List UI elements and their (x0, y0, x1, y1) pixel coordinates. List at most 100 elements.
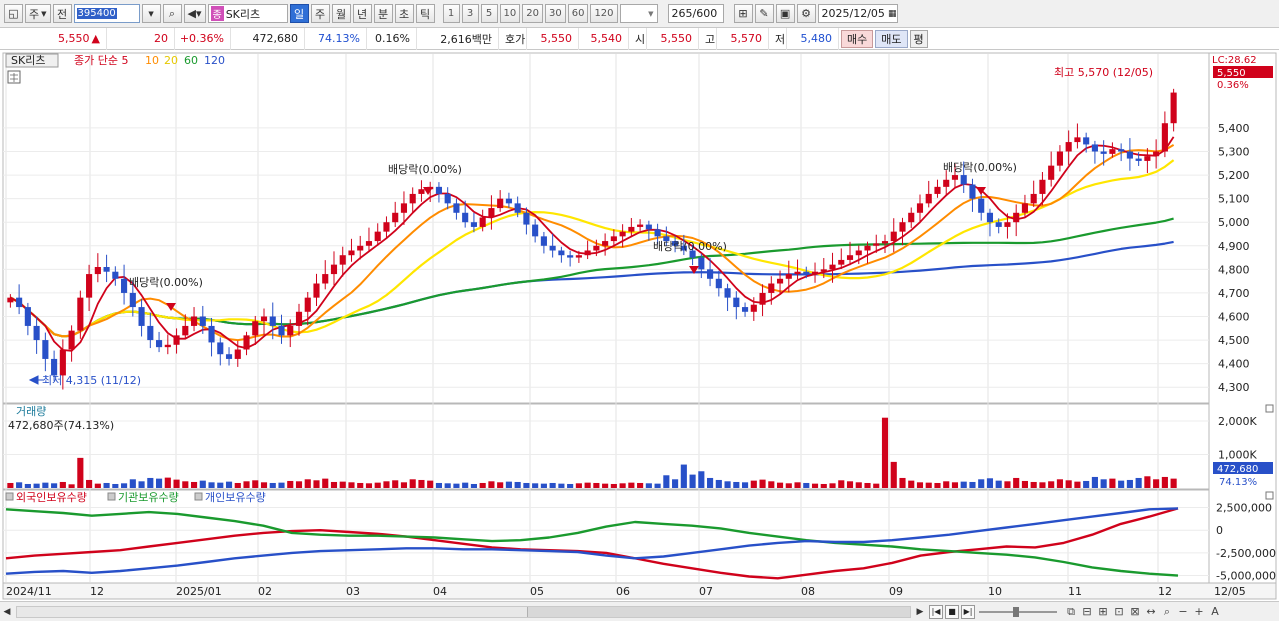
candle-body (68, 330, 75, 350)
volume-bar (986, 478, 994, 488)
stock-name-box[interactable]: 종 SK리츠 (207, 4, 288, 23)
calendar-icon[interactable]: ▦ (888, 9, 897, 19)
chart-area[interactable]: 2024/11 12 2025/01 02 03 04 05 06 07 08 09 10 11 12 4,… (0, 51, 1279, 601)
draw-tool-icon[interactable]: ✎ (754, 4, 774, 23)
candle-body (969, 184, 976, 199)
volume-bar (890, 461, 897, 488)
ask-cell: 5,550 (527, 27, 579, 50)
holdings-y-tick-label: -5,000,000 (1216, 570, 1276, 583)
zoom-in-icon[interactable]: + (1191, 605, 1207, 619)
interval-3[interactable]: 3 (461, 4, 479, 23)
y-tick-label: 5,000 (1218, 216, 1250, 229)
volume-bar (978, 479, 985, 488)
quote-bar: 5,550 ▲ 20 +0.36% 472,680 74.13% 0.16% 2… (0, 27, 1279, 50)
interval-30[interactable]: 30 (544, 4, 566, 23)
search-icon[interactable]: ⌕ (162, 4, 182, 23)
interval-1[interactable]: 1 (442, 4, 460, 23)
zoom-slider[interactable] (979, 606, 1059, 618)
buy-button[interactable]: 매수 (841, 29, 874, 48)
interval-120[interactable]: 120 (590, 4, 618, 23)
period-year[interactable]: 년 (352, 4, 372, 23)
low-price: 5,480 (800, 32, 833, 45)
interval-5[interactable]: 5 (480, 4, 498, 23)
interval-10[interactable]: 10 (499, 4, 521, 23)
interval-20[interactable]: 20 (522, 4, 543, 23)
interval-custom-input[interactable]: ▼ (619, 4, 658, 23)
move-icon[interactable]: ↔ (1143, 605, 1159, 619)
layout-1-icon[interactable]: ⧉ (1063, 605, 1079, 619)
candle-body (304, 297, 311, 312)
up-arrow-icon: ▲ (91, 32, 100, 45)
zoom-out-icon[interactable]: − (1175, 605, 1191, 619)
window-menu-icon[interactable]: ◱ (4, 4, 23, 23)
stock-code-input[interactable]: 395400 (73, 4, 140, 23)
candle-body (899, 222, 906, 232)
period-day[interactable]: 일 (289, 4, 309, 23)
prefix-button[interactable]: 전 (52, 4, 72, 23)
gear-icon[interactable]: ⚙ (796, 4, 816, 23)
candle-body (383, 222, 390, 232)
candle-body (199, 316, 206, 326)
period-minute[interactable]: 분 (373, 4, 393, 23)
period-second[interactable]: 초 (394, 4, 414, 23)
type-select[interactable]: 주 ▼ (25, 4, 51, 23)
stop-icon[interactable]: ■ (945, 604, 959, 619)
dropdown-chevron-icon[interactable]: ▼ (141, 4, 161, 23)
layout-4-icon[interactable]: ⊡ (1111, 605, 1127, 619)
y-tick-label: 5,200 (1218, 169, 1250, 182)
volume-y-tick-label: 2,000K (1218, 415, 1257, 428)
volume-bar (881, 417, 889, 488)
scroll-left-icon[interactable]: ◀ (0, 604, 14, 620)
volume-bar (584, 482, 591, 488)
interval-60[interactable]: 60 (567, 4, 589, 23)
candle-body (567, 255, 574, 258)
volume-bar (129, 479, 136, 488)
candle-body (86, 274, 93, 298)
candle-body (59, 349, 66, 376)
volume-bar (803, 482, 810, 488)
first-page-icon[interactable]: |◀ (929, 604, 943, 619)
x-tick-label: 11 (1068, 585, 1082, 598)
candle-body (182, 325, 189, 336)
period-week[interactable]: 주 (310, 4, 330, 23)
period-month[interactable]: 월 (331, 4, 351, 23)
chart-title: SK리츠 (11, 54, 45, 67)
candle-body (523, 212, 530, 225)
candle-body (138, 307, 145, 326)
volume-bar (610, 483, 617, 488)
holdings-panel-close-icon[interactable] (1265, 491, 1274, 500)
candle-body (287, 325, 294, 336)
y-tick-label: 4,400 (1218, 358, 1250, 371)
audio-icon[interactable]: ◀▾ (183, 4, 206, 23)
layout-2-icon[interactable]: ⊟ (1079, 605, 1095, 619)
next-page-icon[interactable]: ▶| (961, 604, 975, 619)
candle-body (829, 264, 836, 270)
volume-bar (313, 480, 320, 488)
scroll-track[interactable] (16, 605, 911, 618)
scroll-right-icon[interactable]: ▶ (913, 604, 927, 620)
font-size-icon[interactable]: A (1207, 605, 1223, 619)
period-tick[interactable]: 틱 (415, 4, 435, 23)
candle-body (1039, 179, 1046, 194)
scroll-thumb[interactable] (527, 606, 910, 617)
date-field[interactable]: 2025/12/05 ▦ (817, 4, 898, 23)
x-tick-label: 05 (530, 585, 544, 598)
layout-5-icon[interactable]: ⊠ (1127, 605, 1143, 619)
zoom-slider-thumb[interactable] (1013, 606, 1019, 617)
sell-button[interactable]: 매도 (875, 29, 908, 48)
candle-body (558, 250, 565, 256)
count-total: /600 (692, 7, 718, 20)
count-field[interactable]: 265/600 (667, 4, 724, 23)
even-button[interactable]: 평 (909, 29, 928, 48)
candle-body (776, 278, 784, 284)
layout-3-icon[interactable]: ⊞ (1095, 605, 1111, 619)
save-icon[interactable]: ▣ (775, 4, 795, 23)
volume-ratio-cell: 74.13% (305, 27, 367, 50)
ask-price: 5,550 (540, 32, 573, 45)
count-value: 265 (671, 7, 693, 20)
chart-svg[interactable]: 2024/11 12 2025/01 02 03 04 05 06 07 08 09 10 11 12 4,… (0, 51, 1279, 601)
layout-icon[interactable]: ⊞ (733, 4, 753, 23)
zoom-icon[interactable]: ⌕ (1159, 605, 1175, 619)
volume-bar (663, 475, 670, 488)
volume-panel-close-icon[interactable] (1265, 404, 1274, 413)
